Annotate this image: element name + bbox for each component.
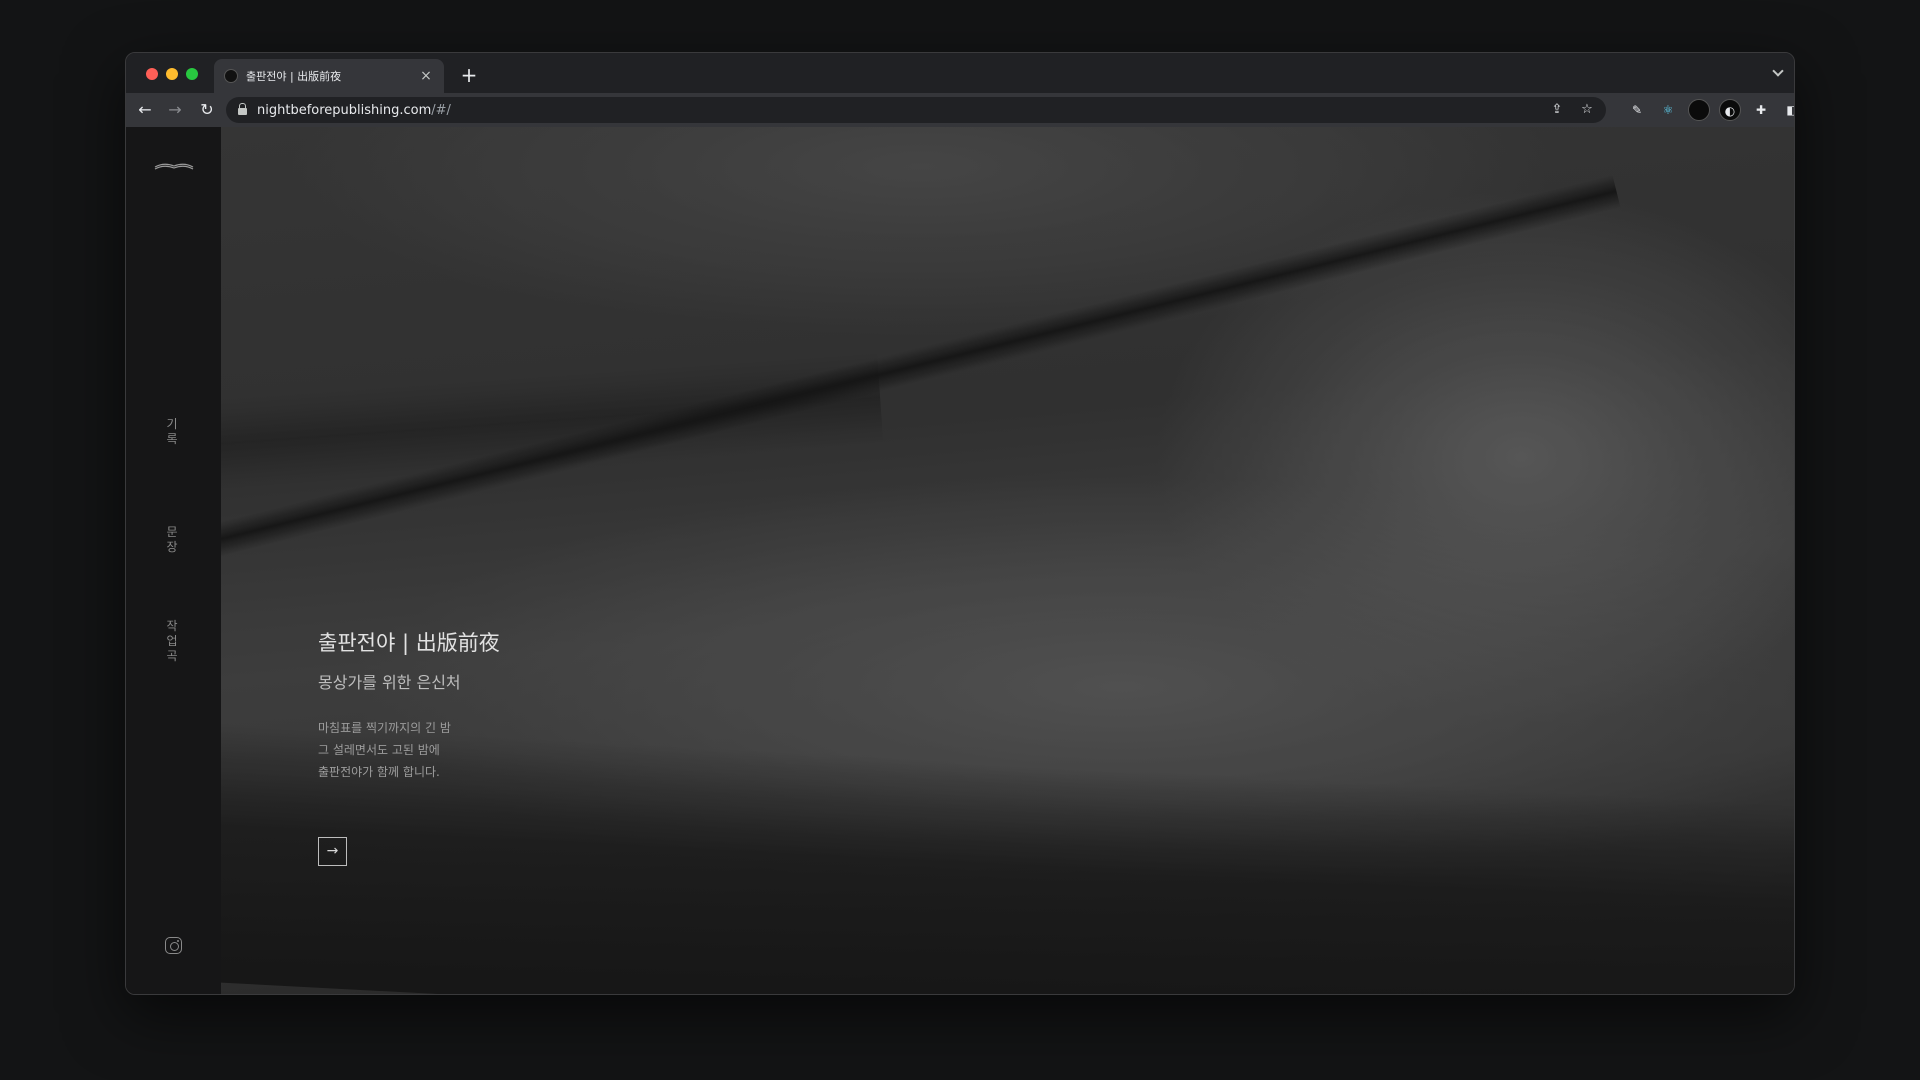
reload-button[interactable]: ↻ [196,99,218,121]
tab-title: 출판전야 | 出版前夜 [246,70,342,83]
sidebar: 기록 문장 작업곡 [126,127,221,994]
site-logo-icon[interactable] [154,161,194,171]
enter-arrow-button[interactable]: → [318,837,347,866]
browser-toolbar: ← → ↻ nightbeforepublishing.com/#/ ⇪ ☆ ✎… [126,93,1794,127]
back-button[interactable]: ← [134,99,156,121]
react-devtools-icon[interactable]: ⚛ [1657,99,1679,121]
minimize-window-button[interactable] [166,68,178,80]
new-tab-button[interactable]: + [459,65,479,85]
extensions-area: ✎ ⚛ ◐ ✚ ◧ ⋮ [1626,99,1794,121]
hero-description-line: 출판전야가 함께 합니다. [318,765,440,779]
lock-icon[interactable] [238,103,247,115]
puzzle-extensions-icon[interactable]: ✚ [1750,99,1772,121]
instagram-icon[interactable] [165,937,182,954]
site-favicon-icon [224,69,238,83]
sidebar-item-sentences[interactable]: 문장 [162,525,182,555]
tab-close-icon[interactable]: × [418,68,434,84]
tab-strip: 출판전야 | 出版前夜 × + [126,53,1794,93]
url-path: /#/ [431,102,451,118]
hero-description-line: 마침표를 찍기까지의 긴 밤 [318,721,451,735]
address-bar[interactable]: nightbeforepublishing.com/#/ ⇪ ☆ [226,97,1606,123]
hero-subtitle: 몽상가를 위한 은신처 [318,673,461,692]
page-content: 기록 문장 작업곡 출판전야 | 出版前夜 몽상가를 위한 은신처 마침표를 찍… [126,127,1794,994]
tab-search-chevron-icon[interactable] [1772,65,1784,77]
hero-section: 출판전야 | 出版前夜 몽상가를 위한 은신처 마침표를 찍기까지의 긴 밤 그… [221,127,1794,994]
dark-extension-icon[interactable] [1688,99,1710,121]
url-host: nightbeforepublishing.com [257,102,432,118]
bookmark-star-icon[interactable]: ☆ [1578,101,1596,119]
hero-overlay [221,127,1794,994]
tab-active[interactable]: 출판전야 | 出版前夜 × [214,59,444,93]
forward-button[interactable]: → [164,99,186,121]
pen-extension-icon[interactable]: ✎ [1626,99,1648,121]
hero-title: 출판전야 | 出版前夜 [318,631,500,655]
close-window-button[interactable] [146,68,158,80]
sidebar-item-records[interactable]: 기록 [162,417,182,447]
share-icon[interactable]: ⇪ [1548,101,1566,119]
hero-text-block: 출판전야 | 出版前夜 몽상가를 위한 은신처 마침표를 찍기까지의 긴 밤 그… [318,627,500,783]
browser-window: 출판전야 | 出版前夜 × + ← → ↻ nightbeforepublish… [125,52,1795,995]
circle-extension-icon[interactable]: ◐ [1719,99,1741,121]
hero-description-line: 그 설레면서도 고된 밤에 [318,743,440,757]
side-panel-icon[interactable]: ◧ [1781,99,1794,121]
hero-description: 마침표를 찍기까지의 긴 밤 그 설레면서도 고된 밤에 출판전야가 함께 합니… [318,717,500,783]
sidebar-item-songs[interactable]: 작업곡 [162,619,182,664]
zoom-window-button[interactable] [186,68,198,80]
